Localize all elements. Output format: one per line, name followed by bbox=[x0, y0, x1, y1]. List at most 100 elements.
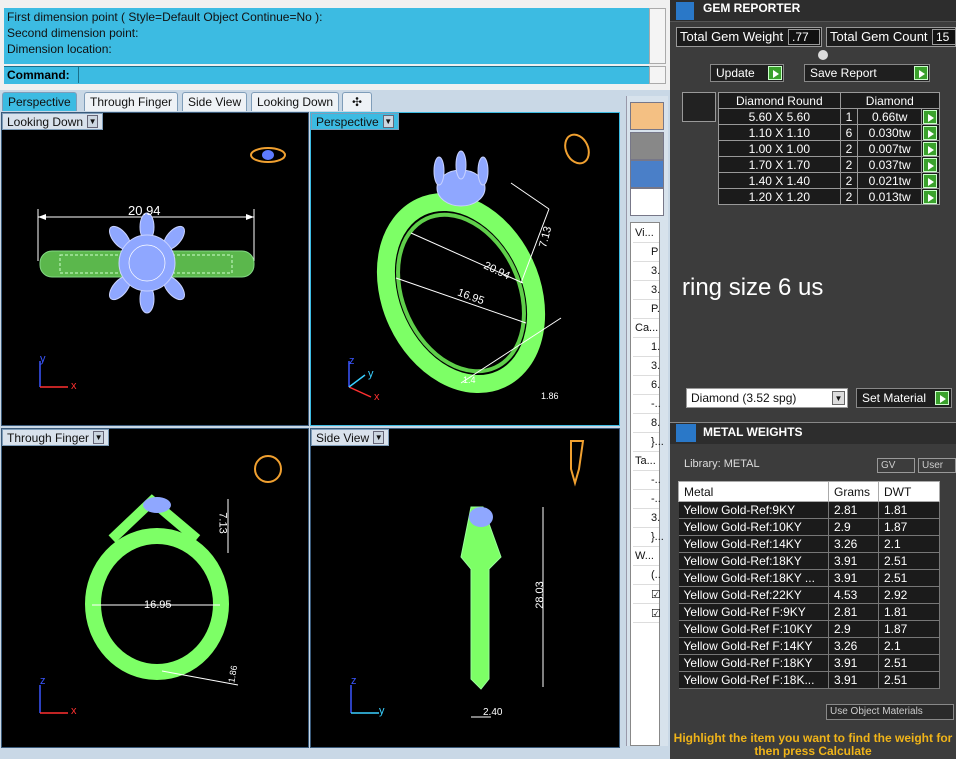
save-report-button[interactable]: Save Report bbox=[804, 64, 930, 82]
viewport-label-perspective[interactable]: Perspective ▼ bbox=[311, 113, 399, 130]
help-icon[interactable] bbox=[630, 160, 664, 188]
gem-table-row[interactable]: 1.40 X 1.40 2 0.021tw bbox=[718, 172, 940, 189]
properties-list-item[interactable]: ☑ bbox=[633, 586, 661, 604]
properties-list-item[interactable]: Ca... bbox=[633, 320, 659, 338]
chevron-down-icon[interactable]: ▼ bbox=[93, 431, 105, 444]
monitor-icon[interactable] bbox=[630, 132, 664, 160]
metal-table-row[interactable]: Yellow Gold-Ref F:18K... 3.91 2.51 bbox=[678, 671, 940, 689]
properties-list-item[interactable]: 3. bbox=[633, 282, 660, 300]
gem-table-row[interactable]: 1.10 X 1.10 6 0.030tw bbox=[718, 124, 940, 141]
gem-table-row[interactable]: 1.20 X 1.20 2 0.013tw bbox=[718, 188, 940, 205]
row-action-cell bbox=[921, 172, 940, 189]
command-input[interactable] bbox=[78, 67, 648, 83]
gem-table-row[interactable]: 5.60 X 5.60 1 0.66tw bbox=[718, 108, 940, 125]
metal-table-row[interactable]: Yellow Gold-Ref:22KY 4.53 2.92 bbox=[678, 586, 940, 604]
total-gem-weight-value: .77 bbox=[788, 29, 820, 45]
axis-x-label: x bbox=[374, 391, 380, 403]
play-icon[interactable] bbox=[923, 158, 937, 172]
tab-perspective[interactable]: Perspective bbox=[2, 92, 77, 111]
gem-count-cell: 2 bbox=[839, 140, 859, 157]
total-gem-count-value: 15 bbox=[932, 29, 956, 45]
properties-list-item[interactable]: W... bbox=[633, 548, 659, 566]
viewport-perspective[interactable]: Perspective ▼ 7.13 20.94 16.95 1.4 1.86 z… bbox=[310, 112, 620, 426]
materials-icon[interactable] bbox=[630, 188, 664, 216]
command-history-scrollbar[interactable] bbox=[649, 8, 666, 64]
properties-list-item[interactable]: P bbox=[633, 244, 659, 262]
play-icon[interactable] bbox=[768, 66, 782, 80]
command-history-line: First dimension point ( Style=Default Ob… bbox=[7, 10, 323, 24]
axis-x-label: x bbox=[71, 705, 77, 717]
play-icon[interactable] bbox=[923, 142, 937, 156]
properties-list-item[interactable]: (.. bbox=[633, 567, 661, 585]
metal-table-row[interactable]: Yellow Gold-Ref F:18KY 3.91 2.51 bbox=[678, 654, 940, 672]
splitter-handle[interactable] bbox=[818, 50, 828, 60]
viewport-label-through-finger[interactable]: Through Finger ▼ bbox=[2, 429, 110, 446]
play-icon[interactable] bbox=[923, 126, 937, 140]
play-icon[interactable] bbox=[923, 190, 937, 204]
material-select[interactable]: Diamond (3.52 spg) ▼ bbox=[686, 388, 848, 408]
viewport-label-looking-down[interactable]: Looking Down ▼ bbox=[2, 113, 104, 130]
metal-table-cell: Yellow Gold-Ref F:18KY bbox=[678, 654, 829, 672]
gem-weight-cell: 0.021tw bbox=[857, 172, 922, 189]
chevron-down-icon[interactable]: ▼ bbox=[832, 391, 845, 405]
chevron-down-icon[interactable]: ▼ bbox=[87, 115, 99, 128]
metal-table-row[interactable]: Yellow Gold-Ref:9KY 2.81 1.81 bbox=[678, 501, 940, 519]
properties-list-item[interactable]: P. bbox=[633, 301, 660, 319]
gem-table-row[interactable]: 1.70 X 1.70 2 0.037tw bbox=[718, 156, 940, 173]
metal-table-row[interactable]: Yellow Gold-Ref:18KY 3.91 2.51 bbox=[678, 552, 940, 570]
chevron-down-icon[interactable]: ▼ bbox=[382, 115, 394, 128]
gem-weight-cell: 0.037tw bbox=[857, 156, 922, 173]
tab-side-view[interactable]: Side View bbox=[182, 92, 248, 111]
chevron-down-icon[interactable]: ▼ bbox=[373, 431, 385, 444]
properties-list-item[interactable]: ☑ bbox=[633, 605, 661, 623]
metal-table-row[interactable]: Yellow Gold-Ref:18KY ... 3.91 2.51 bbox=[678, 569, 940, 587]
metal-table-cell: Yellow Gold-Ref F:9KY bbox=[678, 603, 829, 621]
metal-table-row[interactable]: Yellow Gold-Ref F:14KY 3.26 2.1 bbox=[678, 637, 940, 655]
use-object-materials-toggle[interactable]: Use Object Materials bbox=[826, 704, 954, 720]
properties-list-item[interactable]: 1. bbox=[633, 339, 660, 357]
viewport-looking-down[interactable]: Looking Down ▼ 20.94 y x bbox=[1, 112, 309, 426]
properties-list-item[interactable]: 3. bbox=[633, 358, 660, 376]
user-toggle[interactable]: User bbox=[918, 458, 956, 473]
properties-list-item[interactable]: -.. bbox=[633, 491, 661, 509]
metal-table-row[interactable]: Yellow Gold-Ref F:9KY 2.81 1.81 bbox=[678, 603, 940, 621]
axis-x-label: x bbox=[71, 380, 77, 392]
gem-table-row[interactable]: 1.00 X 1.00 2 0.007tw bbox=[718, 140, 940, 157]
metal-table-row[interactable]: Yellow Gold-Ref:10KY 2.9 1.87 bbox=[678, 518, 940, 536]
properties-list-item[interactable]: 3. bbox=[633, 263, 660, 281]
play-icon[interactable] bbox=[914, 66, 928, 80]
row-action-cell bbox=[921, 124, 940, 141]
properties-list-item[interactable]: Ta... bbox=[633, 453, 659, 471]
tab-looking-down[interactable]: Looking Down bbox=[251, 92, 340, 111]
properties-list-item[interactable]: 8. bbox=[633, 415, 660, 433]
gem-weight-cell: 0.007tw bbox=[857, 140, 922, 157]
gv-toggle[interactable]: GV bbox=[877, 458, 915, 473]
viewport-label-side-view[interactable]: Side View ▼ bbox=[311, 429, 390, 446]
gem-size-cell: 1.10 X 1.10 bbox=[718, 124, 841, 141]
add-tab-button[interactable]: ✣ bbox=[342, 92, 372, 111]
viewport-through-finger[interactable]: Through Finger ▼ 7.13 16.95 1.86 z x bbox=[1, 428, 309, 748]
metal-table-cell: Yellow Gold-Ref F:14KY bbox=[678, 637, 829, 655]
properties-list-item[interactable]: 6. bbox=[633, 377, 660, 395]
metal-table-row[interactable]: Yellow Gold-Ref F:10KY 2.9 1.87 bbox=[678, 620, 940, 638]
properties-list-item[interactable]: -.. bbox=[633, 396, 661, 414]
viewport-side-view[interactable]: Side View ▼ 28.03 2.40 z y bbox=[310, 428, 620, 748]
command-input-scrollbar[interactable] bbox=[649, 66, 666, 84]
properties-list-item[interactable]: Vi... bbox=[633, 225, 659, 243]
tab-through-finger[interactable]: Through Finger bbox=[84, 92, 179, 111]
layers-icon[interactable] bbox=[630, 102, 664, 130]
metal-table-cell: 1.81 bbox=[878, 603, 940, 621]
gem-weight-cell: 0.013tw bbox=[857, 188, 922, 205]
metal-weights-icon bbox=[676, 424, 696, 442]
gv-toggle-label: GV bbox=[881, 460, 896, 471]
properties-list-item[interactable]: 3. bbox=[633, 510, 660, 528]
play-icon[interactable] bbox=[923, 110, 937, 124]
metal-table-header: DWT bbox=[878, 481, 940, 502]
properties-list-item[interactable]: -.. bbox=[633, 472, 661, 490]
metal-table-row[interactable]: Yellow Gold-Ref:14KY 3.26 2.1 bbox=[678, 535, 940, 553]
play-icon[interactable] bbox=[923, 174, 937, 188]
gem-weight-cell: 0.030tw bbox=[857, 124, 922, 141]
play-icon[interactable] bbox=[935, 391, 949, 405]
properties-list-item[interactable]: }... bbox=[633, 434, 664, 452]
properties-list-item[interactable]: }... bbox=[633, 529, 664, 547]
